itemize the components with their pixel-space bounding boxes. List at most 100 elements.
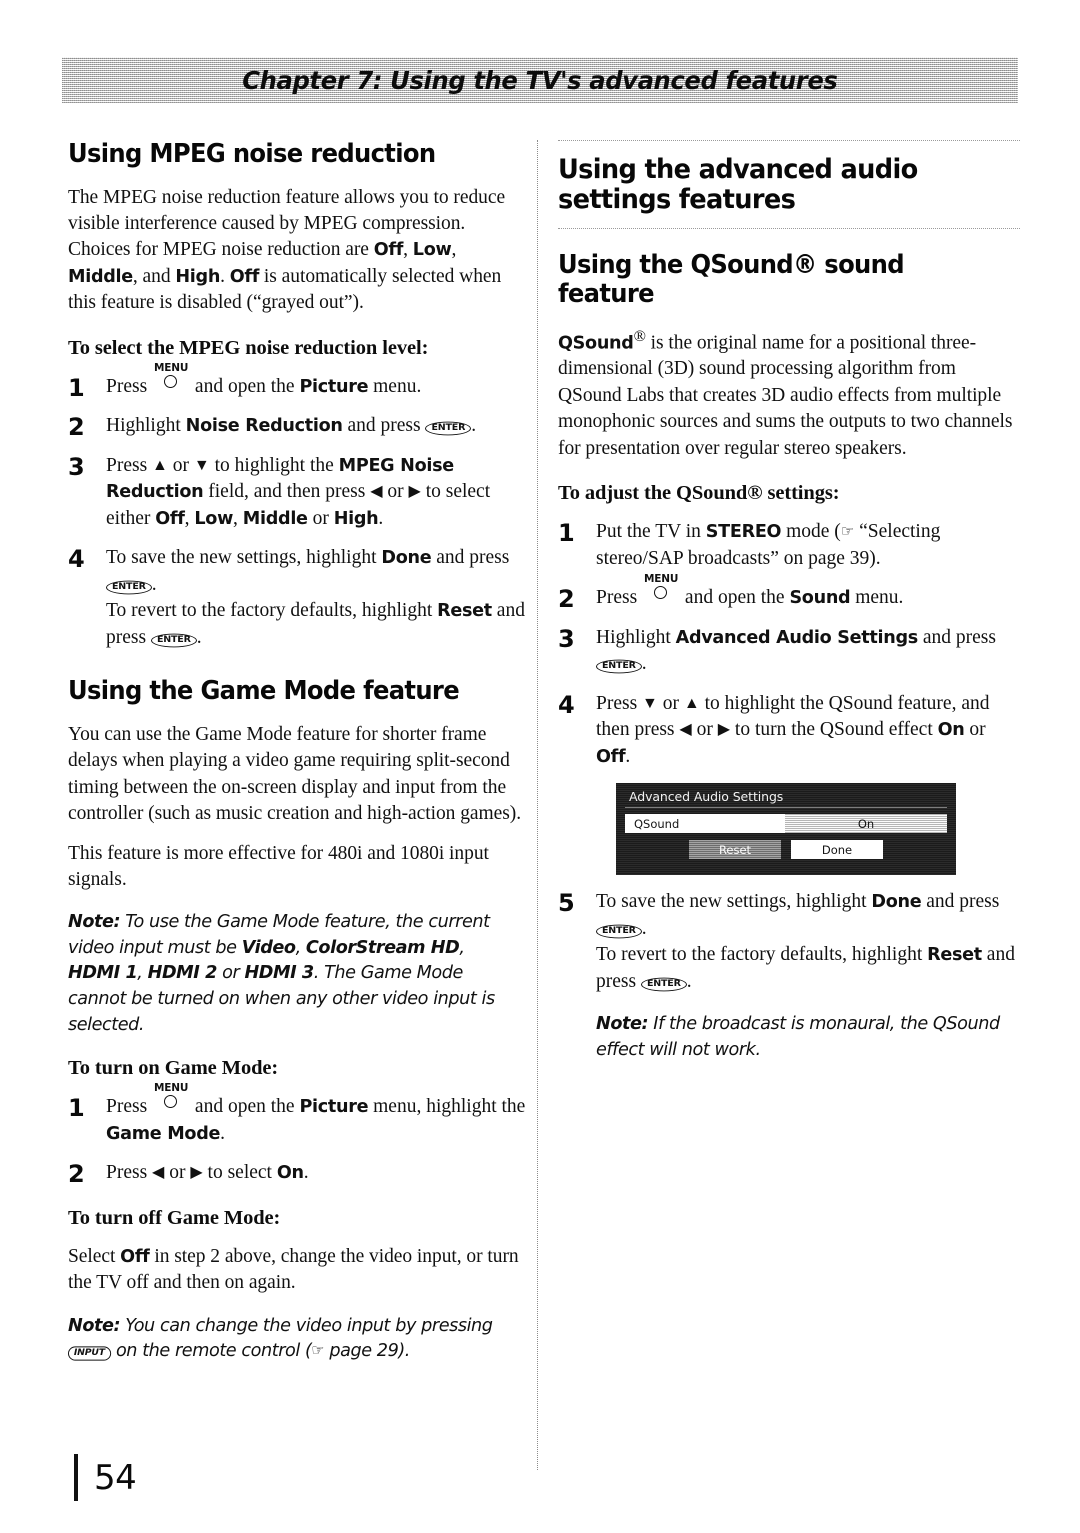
tv-menu-buttons: Reset Done <box>625 840 947 860</box>
text-or-3: or <box>964 719 986 741</box>
game-mode-paragraph-1: You can use the Game Mode feature for sh… <box>68 723 522 825</box>
option-off-2: Off <box>229 266 260 287</box>
enter-button-icon: ENTER <box>106 580 152 595</box>
line2-end: . <box>686 970 692 992</box>
step-number: 3 <box>558 624 575 653</box>
step-text-before: Press <box>106 375 148 397</box>
text-end: . <box>625 745 631 767</box>
page-number-value: 54 <box>94 1457 137 1498</box>
chapter-banner-title: Chapter 7: Using the TV's advanced featu… <box>242 65 838 95</box>
option-off: Off <box>373 240 404 261</box>
step-qsound-4: 4 Press ▼ or ▲ to highlight the QSound f… <box>558 691 1020 771</box>
sep-3: , <box>137 962 148 984</box>
menu-button-circle <box>654 586 668 600</box>
arrow-left-icon: ◀ <box>370 483 383 501</box>
heading-qsound-feature: Using the QSound® sound feature <box>558 250 905 310</box>
page-number-rule <box>74 1454 78 1501</box>
step-text-mid: and open the <box>194 375 300 397</box>
heading-game-mode: Using the Game Mode feature <box>68 676 460 707</box>
right-column: Using the advanced audio settings featur… <box>558 140 1020 1075</box>
option-off: Off <box>120 1246 150 1267</box>
button-done: Done <box>871 892 922 913</box>
off-text-before: Select <box>68 1245 121 1267</box>
line1-before: To save the new settings, highlight <box>596 891 872 913</box>
arrow-left-icon: ◀ <box>152 1164 165 1182</box>
input-hdmi-2: HDMI 2 <box>147 962 218 984</box>
step-qsound-3: 3 Highlight Advanced Audio Settings and … <box>558 625 1020 678</box>
menu-name-picture: Picture <box>299 376 369 397</box>
menu-item-game-mode: Game Mode <box>106 1123 221 1144</box>
step-number: 4 <box>558 690 575 719</box>
menu-name-sound: Sound <box>789 588 851 609</box>
mode-stereo: STEREO <box>705 522 782 543</box>
tv-menu-done-button[interactable]: Done <box>791 840 883 860</box>
registered-mark-icon: ® <box>633 326 646 345</box>
note-change-video-input: Note: You can change the video input by … <box>68 1313 521 1364</box>
line1-mid: and press <box>921 891 1000 913</box>
arrow-right-icon: ▶ <box>717 721 731 739</box>
menu-button-label: MENU <box>644 573 679 586</box>
arrow-left-icon: ◀ <box>679 721 692 739</box>
tv-menu-qsound-label: QSound <box>625 814 785 834</box>
menu-button-circle <box>164 374 178 388</box>
tv-menu-qsound-value[interactable]: On <box>785 814 947 834</box>
option-on: On <box>937 720 965 741</box>
arrow-up-icon: ▲ <box>152 456 168 474</box>
line1-end: . <box>151 573 157 595</box>
step-text-mid-2: menu, highlight the <box>368 1096 526 1118</box>
line1-end: . <box>641 917 647 939</box>
pointing-hand-icon: ☞ <box>311 1341 325 1360</box>
game-mode-paragraph-2: This feature is more effective for 480i … <box>68 842 489 890</box>
tv-menu-reset-button[interactable]: Reset <box>689 840 781 860</box>
step-text-after: . <box>641 653 647 675</box>
option-middle: Middle <box>68 266 133 287</box>
line2-before: To revert to the factory defaults, highl… <box>106 600 438 622</box>
button-reset: Reset <box>437 601 492 622</box>
procedure-title-mpeg: To select the MPEG noise reduction level… <box>68 336 429 359</box>
brand-qsound: QSound <box>558 333 634 354</box>
input-hdmi-1: HDMI 1 <box>68 962 138 984</box>
note-label: Note: <box>68 911 121 933</box>
step-number: 2 <box>558 585 575 614</box>
text-mid-1: to highlight the <box>209 454 339 476</box>
step-number: 2 <box>68 413 85 442</box>
menu-name-picture: Picture <box>299 1097 369 1118</box>
tv-menu-screenshot: Advanced Audio Settings QSound On Reset … <box>616 783 956 876</box>
step-mpeg-4-line2: To revert to the factory defaults, highl… <box>106 598 530 651</box>
option-off: Off <box>596 746 626 767</box>
line1-before: To save the new settings, highlight <box>106 547 382 569</box>
input-colorstream-hd: ColorStream HD <box>305 936 460 958</box>
sep-1: , <box>184 507 195 529</box>
menu-button-icon: MENU <box>644 574 678 603</box>
step-text-before: Highlight <box>596 626 676 648</box>
button-reset: Reset <box>927 945 982 966</box>
text-mid-2: to turn the QSound effect <box>730 719 938 741</box>
note-text-3: page 29). <box>324 1340 410 1362</box>
heading-advanced-audio-settings: Using the advanced audio settings featur… <box>558 154 918 216</box>
sep-3: , and <box>132 265 176 287</box>
step-text-mid: and press <box>917 626 996 648</box>
arrow-up-icon: ▲ <box>683 694 700 712</box>
chapter-banner: Chapter 7: Using the TV's advanced featu… <box>62 57 1018 103</box>
tv-menu-title: Advanced Audio Settings <box>625 788 947 809</box>
sep-2: , <box>451 239 457 261</box>
step-mpeg-4: 4 To save the new settings, highlight Do… <box>68 545 530 651</box>
text-or: or <box>164 1162 191 1184</box>
step-number: 2 <box>68 1160 85 1189</box>
step-qsound-5-line2: To revert to the factory defaults, highl… <box>596 942 1020 995</box>
step-text-before: Press <box>596 587 638 609</box>
step-qsound-1: 1 Put the TV in STEREO mode (☞ “Selectin… <box>558 519 1020 572</box>
sep-1: , <box>403 239 413 261</box>
menu-button-circle <box>164 1095 178 1109</box>
procedure-title-turn-on-game-mode: To turn on Game Mode: <box>68 1057 279 1080</box>
option-low: Low <box>194 508 234 529</box>
pointing-hand-icon: ☞ <box>840 524 855 541</box>
sep-2: , <box>233 507 243 529</box>
page-number: 54 <box>74 1454 137 1501</box>
step-text-after: . <box>471 415 477 437</box>
menu-item-noise-reduction: Noise Reduction <box>185 416 343 437</box>
text-mid-2: field, and then press <box>203 481 371 503</box>
note-label: Note: <box>68 1314 121 1336</box>
enter-button-icon: ENTER <box>425 421 472 436</box>
option-low: Low <box>412 240 452 261</box>
